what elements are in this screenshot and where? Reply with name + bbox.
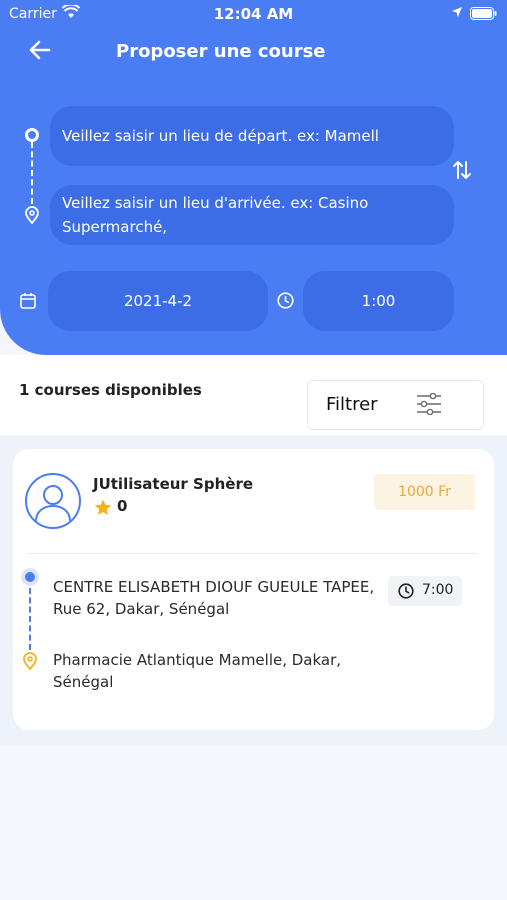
location-arrow-icon xyxy=(452,7,462,17)
trip-departure-dot-icon xyxy=(21,568,39,586)
departure-input[interactable]: Veillez saisir un lieu de départ. ex: Ma… xyxy=(50,106,454,166)
time-picker[interactable]: 1:00 xyxy=(303,271,454,331)
departure-dot-icon xyxy=(25,128,39,142)
clock-icon xyxy=(277,292,294,309)
results-count: 1 courses disponibles xyxy=(19,381,202,399)
departure-time-badge: 7:00 xyxy=(388,576,462,606)
calendar-icon xyxy=(20,293,36,309)
clock-icon xyxy=(398,583,414,599)
trip-connector xyxy=(29,588,31,650)
departure-time: 7:00 xyxy=(422,582,454,598)
card-divider xyxy=(28,553,477,554)
trip-arrival-pin-icon xyxy=(23,652,37,670)
battery-icon xyxy=(470,7,497,20)
filter-label: Filtrer xyxy=(326,394,378,415)
ride-card[interactable]: JUtilisateur Sphère 0 1000 Fr CENTRE ELI… xyxy=(13,449,494,730)
avatar xyxy=(25,473,81,529)
trip-departure-address: CENTRE ELISABETH DIOUF GUEULE TAPEE, Rue… xyxy=(53,578,375,618)
star-icon xyxy=(94,499,112,515)
rating-value: 0 xyxy=(117,497,128,515)
trip-search-header: Proposer une course Veillez saisir un li… xyxy=(0,0,507,355)
status-bar: Carrier 12:04 AM xyxy=(0,0,507,30)
date-picker[interactable]: 2021-4-2 xyxy=(48,271,268,331)
swap-icon[interactable] xyxy=(452,158,472,182)
back-arrow-icon[interactable] xyxy=(26,36,54,64)
filter-sliders-icon xyxy=(417,393,441,415)
price-badge: 1000 Fr xyxy=(374,474,475,510)
route-connector xyxy=(31,142,33,204)
status-time: 12:04 AM xyxy=(213,5,294,23)
arrival-pin-icon xyxy=(25,206,39,224)
user-avatar-icon xyxy=(35,485,71,522)
arrival-input[interactable]: Veillez saisir un lieu d'arrivée. ex: Ca… xyxy=(50,185,454,245)
driver-name: JUtilisateur Sphère xyxy=(93,475,254,493)
filter-button[interactable]: Filtrer xyxy=(307,380,484,430)
trip-arrival-address: Pharmacie Atlantique Mamelle, Dakar, Sén… xyxy=(53,651,342,691)
page-title: Proposer une course xyxy=(116,41,326,62)
